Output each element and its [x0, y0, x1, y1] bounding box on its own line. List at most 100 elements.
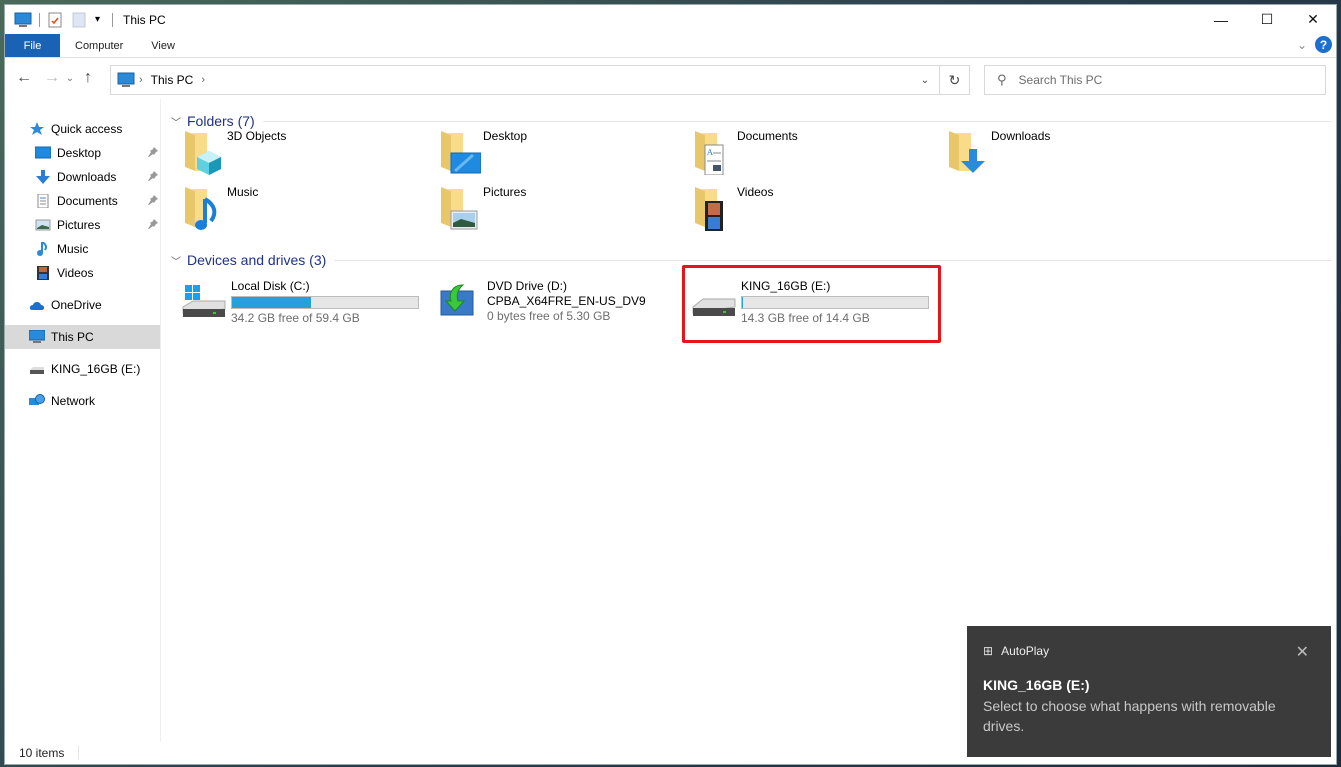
- search-placeholder: Search This PC: [1018, 73, 1103, 87]
- up-button[interactable]: ↑: [77, 69, 99, 87]
- folder-picture-icon: [437, 183, 481, 231]
- sidebar-item-label: Documents: [57, 194, 118, 208]
- refresh-button[interactable]: ↻: [939, 66, 969, 94]
- red-highlight-box: [682, 265, 941, 343]
- search-icon: ⚲: [997, 72, 1007, 87]
- sidebar-item-onedrive[interactable]: OneDrive: [5, 293, 160, 317]
- folder-name: Pictures: [483, 185, 527, 199]
- quick-access-toolbar: ▾ This PC: [5, 5, 166, 34]
- sidebar-item-music[interactable]: Music: [5, 237, 160, 261]
- minimize-button[interactable]: —: [1198, 5, 1244, 34]
- drive-dvd-d[interactable]: DVD Drive (D:) CPBA_X64FRE_EN-US_DV9 0 b…: [437, 279, 646, 324]
- notification-app-name: AutoPlay: [1001, 644, 1050, 658]
- star-icon: [29, 122, 45, 136]
- search-input[interactable]: ⚲ Search This PC: [984, 65, 1326, 95]
- breadcrumb-chevron[interactable]: ›: [139, 74, 143, 86]
- computer-icon: [29, 330, 45, 344]
- help-button[interactable]: ?: [1315, 36, 1332, 53]
- system-drive-icon: [181, 279, 227, 323]
- pin-icon[interactable]: [148, 170, 158, 184]
- sidebar-item-label: Downloads: [57, 170, 117, 184]
- properties-icon[interactable]: [47, 12, 65, 28]
- recent-locations-button[interactable]: ⌄: [63, 73, 77, 84]
- drive-usage-bar: [231, 296, 419, 309]
- folder-documents[interactable]: A Documents: [691, 127, 798, 176]
- dvd-drive-icon: [437, 279, 483, 323]
- tab-computer[interactable]: Computer: [60, 34, 137, 57]
- drive-local-disk-c[interactable]: Local Disk (C:) 34.2 GB free of 59.4 GB: [181, 279, 419, 326]
- customize-toolbar-icon[interactable]: ▾: [95, 12, 105, 28]
- divider: [334, 259, 1331, 261]
- drive-usage-fill: [232, 297, 311, 308]
- desktop-icon: [35, 146, 51, 160]
- sidebar-item-this-pc[interactable]: This PC: [5, 325, 160, 349]
- address-dropdown-button[interactable]: ⌄: [911, 66, 939, 94]
- notification-body: Select to choose what happens with remov…: [983, 698, 1276, 734]
- folder-desktop-icon: [437, 127, 482, 175]
- folder-name: Downloads: [991, 129, 1051, 143]
- new-folder-icon[interactable]: [71, 12, 89, 28]
- folder-name: Documents: [737, 129, 798, 143]
- drives-group-title: Devices and drives (3): [187, 252, 327, 268]
- forward-button[interactable]: →: [41, 69, 63, 87]
- address-bar[interactable]: › This PC › ⌄ ↻: [110, 65, 970, 95]
- folder-cube-icon: [181, 127, 225, 175]
- title-bar: ▾ This PC — ☐ ✕: [5, 5, 1336, 34]
- navigation-pane: Quick access Desktop Downloads Documents Pic…: [5, 99, 161, 742]
- folder-pictures[interactable]: Pictures: [437, 183, 526, 231]
- sidebar-item-network[interactable]: Network: [5, 389, 160, 413]
- maximize-button[interactable]: ☐: [1244, 5, 1290, 34]
- folder-name: 3D Objects: [227, 129, 287, 143]
- sidebar-item-videos[interactable]: Videos: [5, 261, 160, 285]
- collapse-chevron-icon: ﹀: [171, 117, 181, 129]
- cloud-icon: [29, 298, 45, 312]
- tab-file[interactable]: File: [5, 34, 60, 57]
- folder-downloads[interactable]: Downloads: [945, 127, 1050, 175]
- pin-icon[interactable]: [148, 194, 158, 208]
- close-button[interactable]: ✕: [1290, 5, 1336, 34]
- pictures-icon: [35, 218, 51, 232]
- sidebar-item-quick-access[interactable]: Quick access: [5, 117, 160, 141]
- autoplay-notification[interactable]: ⊞ AutoPlay ✕ KING_16GB (E:) Select to ch…: [967, 626, 1331, 757]
- folder-document-icon: A: [691, 127, 735, 176]
- sidebar-item-documents[interactable]: Documents: [5, 189, 160, 213]
- close-notification-button[interactable]: ✕: [1296, 642, 1309, 662]
- drive-free-space: 0 bytes free of 5.30 GB: [487, 309, 611, 323]
- sidebar-item-label: This PC: [51, 330, 94, 344]
- folder-name: Videos: [737, 185, 774, 199]
- breadcrumb-this-pc[interactable]: This PC: [151, 73, 194, 87]
- item-count: 10 items: [19, 746, 65, 760]
- expand-ribbon-icon[interactable]: ⌄: [1297, 38, 1307, 52]
- back-button[interactable]: ←: [13, 69, 35, 87]
- folder-videos[interactable]: Videos: [691, 183, 773, 231]
- breadcrumb-chevron[interactable]: ›: [201, 74, 205, 86]
- sidebar-item-label: Pictures: [57, 218, 101, 232]
- sidebar-item-downloads[interactable]: Downloads: [5, 165, 160, 189]
- navigation-bar: ← → ⌄ ↑ › This PC › ⌄ ↻ ⚲ Search This PC: [5, 58, 1336, 98]
- folder-desktop[interactable]: Desktop: [437, 127, 527, 175]
- autoplay-icon: ⊞: [983, 644, 994, 658]
- sidebar-item-label: Quick access: [51, 122, 123, 136]
- sidebar-item-king-16gb-e[interactable]: KING_16GB (E:): [5, 357, 160, 381]
- sidebar-item-desktop[interactable]: Desktop: [5, 141, 160, 165]
- sidebar-item-pictures[interactable]: Pictures: [5, 213, 160, 237]
- sidebar-item-label: Desktop: [57, 146, 102, 160]
- folder-music[interactable]: Music: [181, 183, 258, 231]
- sidebar-item-label: OneDrive: [51, 298, 102, 312]
- window-controls: — ☐ ✕: [1198, 5, 1336, 34]
- drive-volume-label: CPBA_X64FRE_EN-US_DV9: [487, 294, 646, 308]
- usb-drive-icon: [29, 362, 45, 376]
- computer-icon[interactable]: [14, 12, 32, 28]
- pin-icon[interactable]: [148, 218, 158, 232]
- folder-3d-objects[interactable]: 3D Objects: [181, 127, 286, 175]
- divider: [78, 746, 80, 760]
- pin-icon[interactable]: [148, 146, 158, 160]
- sidebar-item-label: Videos: [57, 266, 94, 280]
- sidebar-item-label: Network: [51, 394, 96, 408]
- sidebar-item-label: KING_16GB (E:): [51, 362, 141, 376]
- toolbar-separator: [39, 12, 40, 27]
- divider: [262, 120, 1331, 122]
- tab-view[interactable]: View: [137, 34, 189, 57]
